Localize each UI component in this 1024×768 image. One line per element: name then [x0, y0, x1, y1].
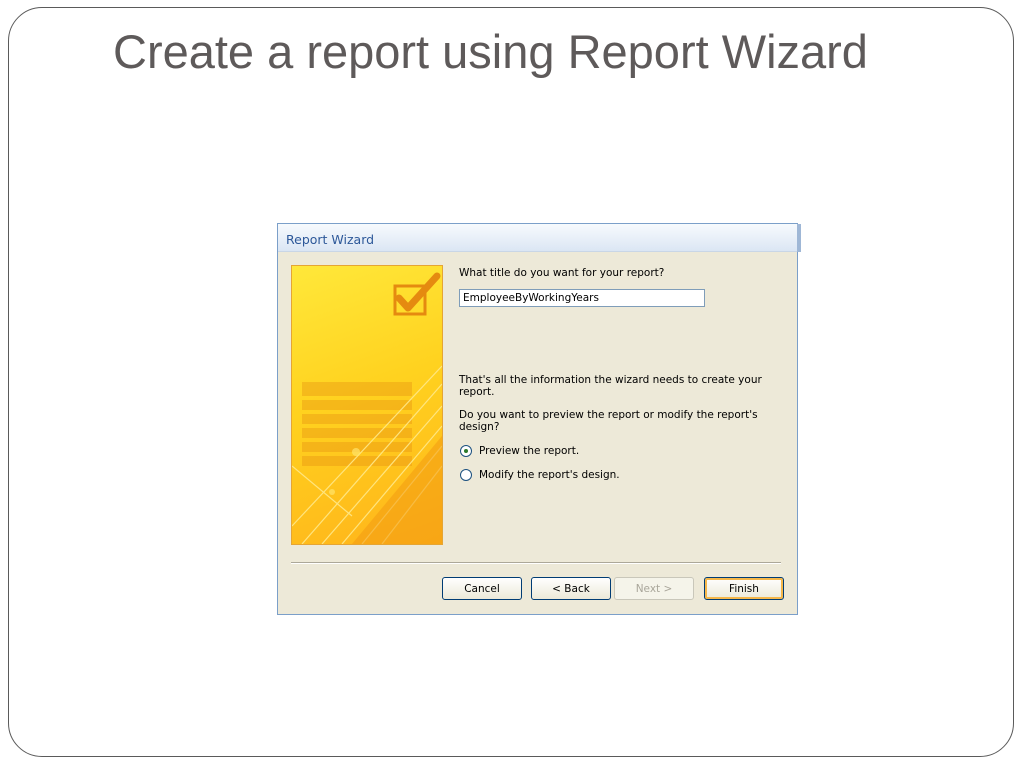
slide-title: Create a report using Report Wizard	[113, 25, 868, 78]
wizard-titlebar[interactable]: Report Wizard	[278, 224, 797, 252]
next-button[interactable]: Next >	[614, 577, 694, 600]
finish-button[interactable]: Finish	[704, 577, 784, 600]
radio-preview-report[interactable]: Preview the report.	[460, 445, 579, 457]
wizard-window-title: Report Wizard	[286, 232, 375, 247]
radio-unchecked-icon[interactable]	[460, 469, 472, 481]
titlebar-edge	[797, 224, 801, 252]
wizard-side-art-icon	[291, 265, 443, 545]
preview-question-text: Do you want to preview the report or mod…	[459, 409, 758, 433]
radio-modify-label: Modify the report's design.	[479, 469, 620, 481]
report-title-input[interactable]	[459, 289, 705, 307]
title-prompt-label: What title do you want for your report?	[459, 267, 665, 279]
radio-modify-design[interactable]: Modify the report's design.	[460, 469, 620, 481]
report-wizard-window: Report Wizard What title do you want for…	[277, 223, 801, 615]
info-text: That's all the information the wizard ne…	[459, 374, 762, 398]
button-divider	[291, 562, 781, 564]
radio-checked-icon[interactable]	[460, 445, 472, 457]
cancel-button[interactable]: Cancel	[442, 577, 522, 600]
radio-preview-label: Preview the report.	[479, 445, 580, 457]
back-button[interactable]: < Back	[531, 577, 611, 600]
